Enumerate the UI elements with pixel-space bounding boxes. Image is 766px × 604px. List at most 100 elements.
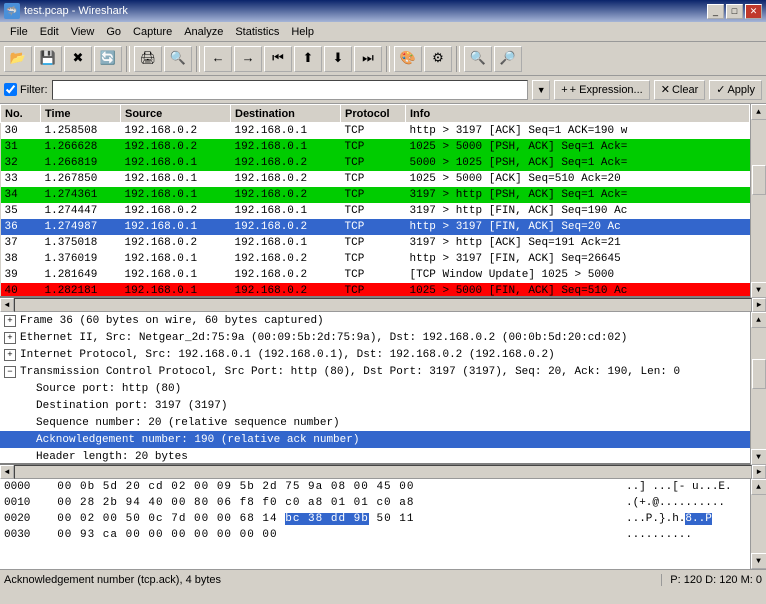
menu-capture[interactable]: Capture [127,24,178,40]
filter-dropdown-button[interactable]: ▼ [532,80,550,100]
status-left: Acknowledgement number (tcp.ack), 4 byte… [4,574,661,586]
detail-scroll-thumb[interactable] [752,359,766,389]
table-row[interactable]: 391.281649192.168.0.1192.168.0.2TCP[TCP … [1,267,750,283]
clear-icon: ✕ [661,83,670,96]
h-scroll-track[interactable] [14,298,752,312]
menu-go[interactable]: Go [100,24,127,40]
close-file-button[interactable]: ✖ [64,46,92,72]
hex-highlight: bc 38 dd 9b [285,513,369,525]
menu-statistics[interactable]: Statistics [229,24,285,40]
filter-label: Filter: [4,83,48,96]
coloring-button[interactable]: 🎨 [394,46,422,72]
h-scroll-right-btn[interactable]: ► [752,298,766,312]
menu-view[interactable]: View [65,24,101,40]
col-header-protocol[interactable]: Protocol [341,105,406,123]
apply-label: Apply [727,84,755,96]
filter-input[interactable] [52,80,529,100]
detail-h-scroll-right[interactable]: ► [752,465,766,479]
hex-scrollbar[interactable]: ▲ ▼ [750,479,766,569]
table-row[interactable]: 321.266819192.168.0.1192.168.0.2TCP5000 … [1,155,750,171]
detail-row[interactable]: + Internet Protocol, Src: 192.168.0.1 (19… [0,346,750,363]
detail-row[interactable]: +Frame 36 (60 bytes on wire, 60 bytes ca… [0,312,750,329]
hex-scroll-up[interactable]: ▲ [751,479,766,495]
hex-bytes: 00 02 00 50 0c 7d 00 00 68 14 bc 38 dd 9… [57,513,626,525]
zoom-in-button[interactable]: 🔍 [464,46,492,72]
col-header-info[interactable]: Info [406,105,750,123]
detail-row[interactable]: + Ethernet II, Src: Netgear_2d:75:9a (00:… [0,329,750,346]
detail-row[interactable]: Source port: http (80) [0,380,750,397]
scroll-up-button[interactable]: ▲ [751,104,766,120]
hex-bytes: 00 0b 5d 20 cd 02 00 09 5b 2d 75 9a 08 0… [57,481,626,493]
go-back-button[interactable]: ← [204,46,232,72]
table-row[interactable]: 371.375018192.168.0.2192.168.0.1TCP3197 … [1,235,750,251]
table-row[interactable]: 351.274447192.168.0.2192.168.0.1TCP3197 … [1,203,750,219]
packet-list-h-scrollbar[interactable]: ◄ ► [0,298,766,312]
detail-scroll-down[interactable]: ▼ [751,449,766,465]
h-scroll-left-btn[interactable]: ◄ [0,298,14,312]
table-row[interactable]: 401.282181192.168.0.1192.168.0.2TCP1025 … [1,283,750,297]
clear-label: Clear [672,84,698,96]
menu-file[interactable]: File [4,24,34,40]
go-last-button[interactable]: ⏭ [354,46,382,72]
scroll-thumb[interactable] [752,165,766,195]
detail-row[interactable]: Sequence number: 20 (relative sequence n… [0,414,750,431]
clear-button[interactable]: ✕ Clear [654,80,706,100]
table-row[interactable]: 301.258508192.168.0.2192.168.0.1TCPhttp … [1,123,750,139]
detail-row-text: Internet Protocol, Src: 192.168.0.1 (192… [20,349,555,361]
detail-row[interactable]: Header length: 20 bytes [0,448,750,463]
col-header-no[interactable]: No. [1,105,41,123]
detail-h-scroll-left[interactable]: ◄ [0,465,14,479]
menu-analyze[interactable]: Analyze [178,24,229,40]
expand-icon[interactable]: + [4,315,16,327]
open-button[interactable]: 📂 [4,46,32,72]
table-row[interactable]: 331.267850192.168.0.1192.168.0.2TCP1025 … [1,171,750,187]
expression-button[interactable]: + + Expression... [554,80,650,100]
col-header-source[interactable]: Source [121,105,231,123]
detail-scrollbar[interactable]: ▲ ▼ [750,312,766,465]
menu-edit[interactable]: Edit [34,24,65,40]
detail-row[interactable]: Acknowledgement number: 190 (relative ac… [0,431,750,448]
hex-scroll-down[interactable]: ▼ [751,553,766,569]
find-button[interactable]: 🔍 [164,46,192,72]
save-button[interactable]: 💾 [34,46,62,72]
expand-icon[interactable]: + [4,332,16,344]
zoom-out-button[interactable]: 🔎 [494,46,522,72]
go-forward-button[interactable]: → [234,46,262,72]
detail-row-text: Acknowledgement number: 190 (relative ac… [36,434,359,446]
apply-button[interactable]: ✓ Apply [709,80,762,100]
detail-row[interactable]: Destination port: 3197 (3197) [0,397,750,414]
packet-list-scrollbar[interactable]: ▲ ▼ [750,104,766,298]
toolbar-separator-2 [196,46,200,72]
table-row[interactable]: 311.266628192.168.0.2192.168.0.1TCP1025 … [1,139,750,155]
prefs-button[interactable]: ⚙ [424,46,452,72]
hex-ascii: .......... [626,529,746,541]
close-button[interactable]: ✕ [745,4,762,19]
detail-h-track[interactable] [14,465,752,479]
scroll-down-button[interactable]: ▼ [751,282,766,298]
menu-bar: File Edit View Go Capture Analyze Statis… [0,22,766,42]
filter-label-text: Filter: [20,84,48,96]
detail-row-text: Ethernet II, Src: Netgear_2d:75:9a (00:0… [20,332,627,344]
maximize-button[interactable]: □ [726,4,743,19]
minimize-button[interactable]: _ [707,4,724,19]
hex-panel: 0000 00 0b 5d 20 cd 02 00 09 5b 2d 75 9a… [0,479,750,569]
detail-h-scrollbar[interactable]: ◄ ► [0,465,766,479]
print-button[interactable]: 🖨 [134,46,162,72]
table-row[interactable]: 381.376019192.168.0.1192.168.0.2TCPhttp … [1,251,750,267]
collapse-icon[interactable]: − [4,366,16,378]
reload-button[interactable]: 🔄 [94,46,122,72]
col-header-time[interactable]: Time [41,105,121,123]
expand-icon[interactable]: + [4,349,16,361]
go-first-button[interactable]: ⏮ [264,46,292,72]
table-row[interactable]: 341.274361192.168.0.1192.168.0.2TCP3197 … [1,187,750,203]
table-row[interactable]: 361.274987192.168.0.1192.168.0.2TCPhttp … [1,219,750,235]
detail-row[interactable]: −Transmission Control Protocol, Src Port… [0,363,750,380]
detail-scroll-up[interactable]: ▲ [751,312,766,328]
col-header-destination[interactable]: Destination [231,105,341,123]
menu-help[interactable]: Help [285,24,320,40]
expression-plus-icon: + [561,84,567,96]
go-next-button[interactable]: ⬇ [324,46,352,72]
go-prev-button[interactable]: ⬆ [294,46,322,72]
filter-checkbox[interactable] [4,83,17,96]
toolbar-separator-3 [386,46,390,72]
